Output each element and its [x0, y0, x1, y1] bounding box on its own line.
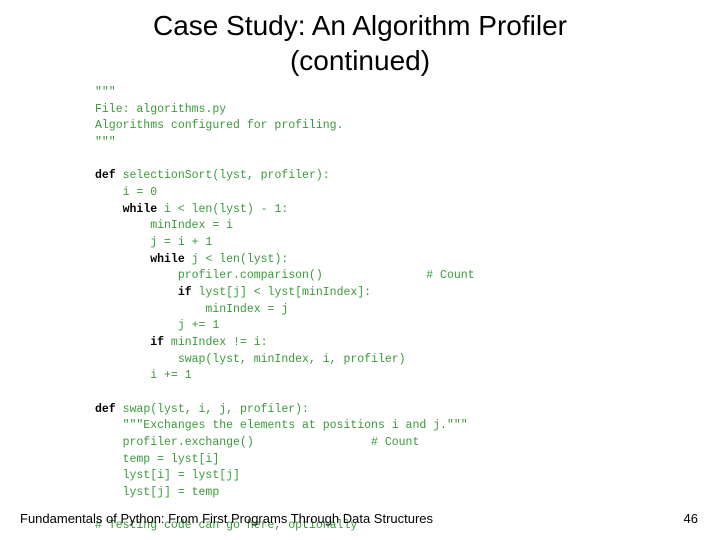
footer-text: Fundamentals of Python: From First Progr…: [20, 511, 433, 526]
keyword-def: def: [95, 403, 116, 416]
code-line: selectionSort(lyst, profiler):: [116, 169, 330, 182]
keyword-while: while: [123, 203, 158, 216]
code-line: minIndex != i:: [164, 336, 268, 349]
code-line: i = 0: [95, 186, 157, 199]
code-indent: [95, 336, 150, 349]
page-number: 46: [684, 511, 698, 526]
code-indent: [95, 286, 178, 299]
code-line: swap(lyst, i, j, profiler):: [116, 403, 309, 416]
code-line: profiler.exchange() # Count: [95, 436, 419, 449]
keyword-def: def: [95, 169, 116, 182]
code-line: minIndex = j: [95, 303, 288, 316]
code-line: profiler.comparison() # Count: [95, 269, 475, 282]
keyword-while: while: [150, 253, 185, 266]
title-line-2: (continued): [290, 45, 430, 76]
code-line: File: algorithms.py: [95, 103, 226, 116]
code-line: j < len(lyst):: [185, 253, 289, 266]
slide-title: Case Study: An Algorithm Profiler (conti…: [0, 0, 720, 78]
code-line: """: [95, 136, 116, 149]
code-line: i += 1: [95, 369, 192, 382]
code-line: j += 1: [95, 319, 219, 332]
code-line: lyst[i] = lyst[j]: [95, 469, 240, 482]
keyword-if: if: [178, 286, 192, 299]
code-listing: """ File: algorithms.py Algorithms confi…: [95, 85, 475, 535]
code-line: minIndex = i: [95, 219, 233, 232]
code-line: Algorithms configured for profiling.: [95, 119, 343, 132]
keyword-if: if: [150, 336, 164, 349]
code-indent: [95, 203, 123, 216]
title-line-1: Case Study: An Algorithm Profiler: [153, 10, 567, 41]
code-line: temp = lyst[i]: [95, 453, 219, 466]
code-line: """: [95, 86, 116, 99]
code-line: j = i + 1: [95, 236, 212, 249]
code-line: i < len(lyst) - 1:: [157, 203, 288, 216]
code-indent: [95, 253, 150, 266]
code-line: lyst[j] < lyst[minIndex]:: [192, 286, 371, 299]
code-line: swap(lyst, minIndex, i, profiler): [95, 353, 406, 366]
code-line: """Exchanges the elements at positions i…: [95, 419, 468, 432]
slide: Case Study: An Algorithm Profiler (conti…: [0, 0, 720, 540]
code-line: lyst[j] = temp: [95, 486, 219, 499]
